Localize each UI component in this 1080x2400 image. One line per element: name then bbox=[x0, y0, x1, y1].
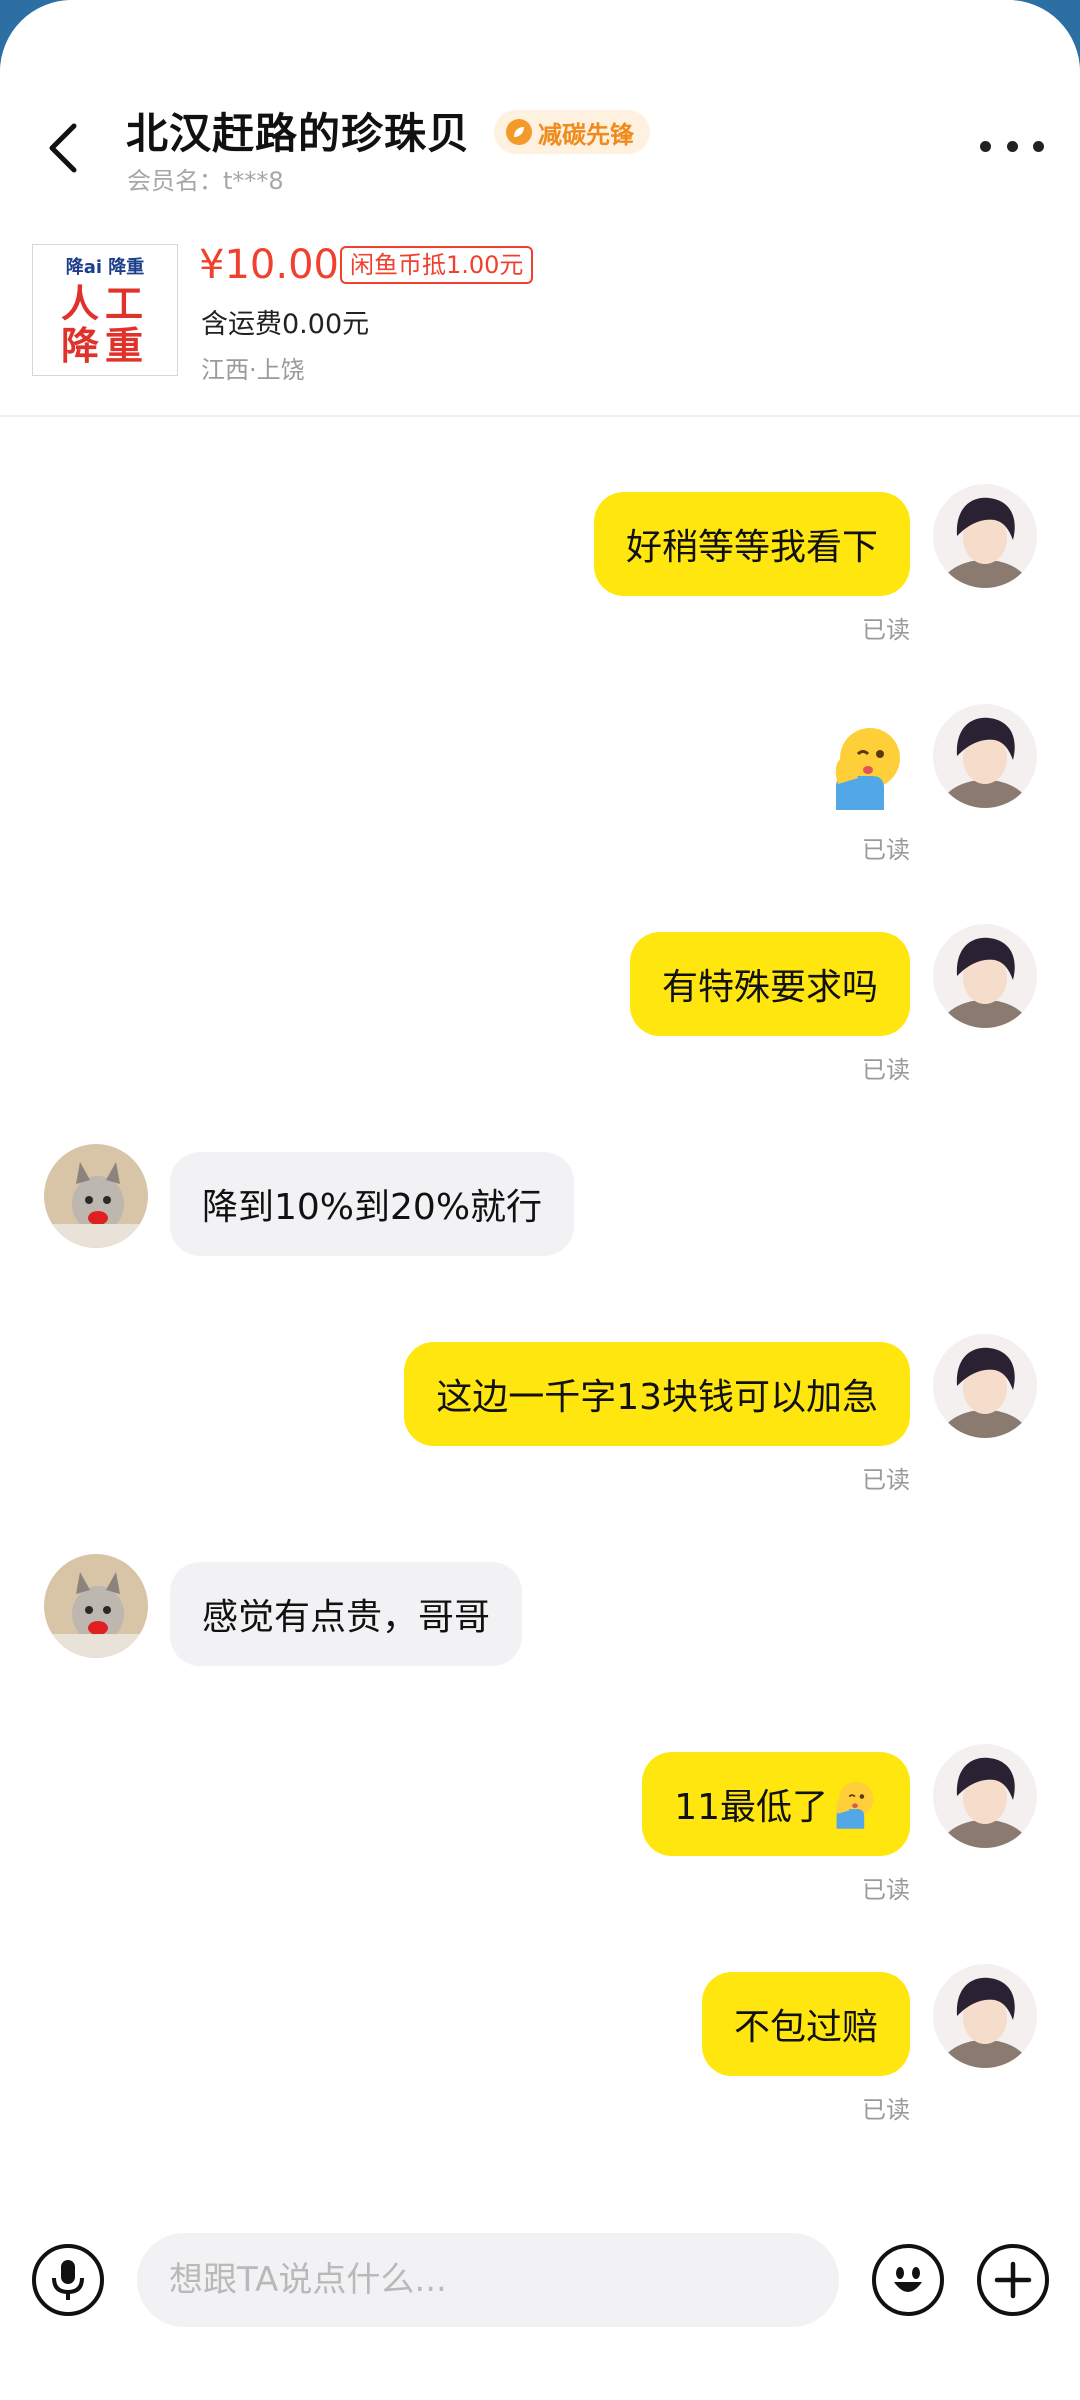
plus-icon bbox=[994, 2261, 1032, 2299]
seller-location: 江西·上饶 bbox=[201, 356, 305, 384]
back-button[interactable] bbox=[34, 108, 94, 188]
chat-header: 北汉赶路的珍珠贝 减碳先锋 会员名：t***8 bbox=[0, 0, 1080, 210]
chat-title: 北汉赶路的珍珠贝 bbox=[126, 109, 471, 158]
emoji-button[interactable] bbox=[872, 2244, 944, 2316]
message-bubble[interactable]: 这边一千字13块钱可以加急 bbox=[404, 1342, 910, 1446]
chat-screen: 北汉赶路的珍珠贝 减碳先锋 会员名：t***8 降ai 降重 人工降重 ¥10.… bbox=[0, 0, 1080, 2400]
my-avatar[interactable] bbox=[933, 1964, 1037, 2068]
chevron-left-icon bbox=[49, 123, 77, 173]
seller-avatar[interactable] bbox=[44, 1554, 148, 1658]
message-bubble[interactable]: 降到10%到20%就行 bbox=[170, 1152, 575, 1256]
read-status: 已读 bbox=[862, 1876, 910, 1904]
shushing-face-emoji[interactable] bbox=[828, 724, 908, 810]
plus-button[interactable] bbox=[977, 2244, 1049, 2316]
member-name: 会员名：t***8 bbox=[127, 167, 284, 195]
shushing-face-emoji bbox=[836, 1781, 874, 1829]
dot bbox=[1033, 140, 1044, 152]
more-dots-icon bbox=[980, 140, 991, 152]
read-status: 已读 bbox=[862, 2096, 910, 2124]
badge-label: 减碳先锋 bbox=[538, 120, 634, 149]
shipping-info: 含运费0.00元 bbox=[201, 309, 370, 340]
voice-button[interactable] bbox=[32, 2244, 104, 2316]
read-status: 已读 bbox=[862, 616, 910, 644]
more-options-button[interactable] bbox=[980, 126, 1044, 166]
carbon-badge[interactable]: 减碳先锋 bbox=[494, 110, 650, 154]
product-price: ¥10.00 bbox=[199, 242, 339, 288]
my-avatar[interactable] bbox=[933, 1744, 1037, 1848]
leaf-icon bbox=[506, 119, 532, 145]
message-bubble[interactable]: 感觉有点贵，哥哥 bbox=[170, 1562, 523, 1666]
my-avatar[interactable] bbox=[933, 1334, 1037, 1438]
my-avatar[interactable] bbox=[933, 704, 1037, 808]
read-status: 已读 bbox=[862, 1466, 910, 1494]
thumbnail-top-text: 降ai 降重 bbox=[65, 257, 145, 278]
read-status: 已读 bbox=[862, 836, 910, 864]
message-text: 11最低了 bbox=[674, 1787, 828, 1828]
product-card[interactable]: 降ai 降重 人工降重 ¥10.00 闲鱼币抵1.00元 含运费0.00元 江西… bbox=[0, 230, 1080, 417]
message-input-bar bbox=[0, 2190, 1080, 2400]
my-avatar[interactable] bbox=[933, 924, 1037, 1028]
message-bubble[interactable]: 不包过赔 bbox=[701, 1972, 910, 2076]
message-bubble[interactable]: 好稍等等我看下 bbox=[593, 492, 910, 596]
message-bubble[interactable]: 有特殊要求吗 bbox=[629, 932, 910, 1036]
thumbnail-main-text: 人工降重 bbox=[60, 282, 149, 368]
message-list[interactable]: 好稍等等我看下 已读 已读 有特殊要求吗 已读 降到10%到20%就行 这边一千… bbox=[0, 420, 1080, 2190]
microphone-icon bbox=[52, 2260, 84, 2300]
product-thumbnail[interactable]: 降ai 降重 人工降重 bbox=[32, 244, 178, 376]
dot bbox=[1006, 140, 1018, 152]
seller-avatar[interactable] bbox=[44, 1144, 148, 1248]
read-status: 已读 bbox=[862, 1056, 910, 1084]
my-avatar[interactable] bbox=[933, 484, 1037, 588]
message-input[interactable] bbox=[137, 2233, 839, 2327]
smiley-icon bbox=[894, 2267, 922, 2292]
coin-discount-tag: 闲鱼币抵1.00元 bbox=[340, 246, 534, 284]
message-bubble[interactable]: 11最低了 bbox=[642, 1752, 910, 1856]
